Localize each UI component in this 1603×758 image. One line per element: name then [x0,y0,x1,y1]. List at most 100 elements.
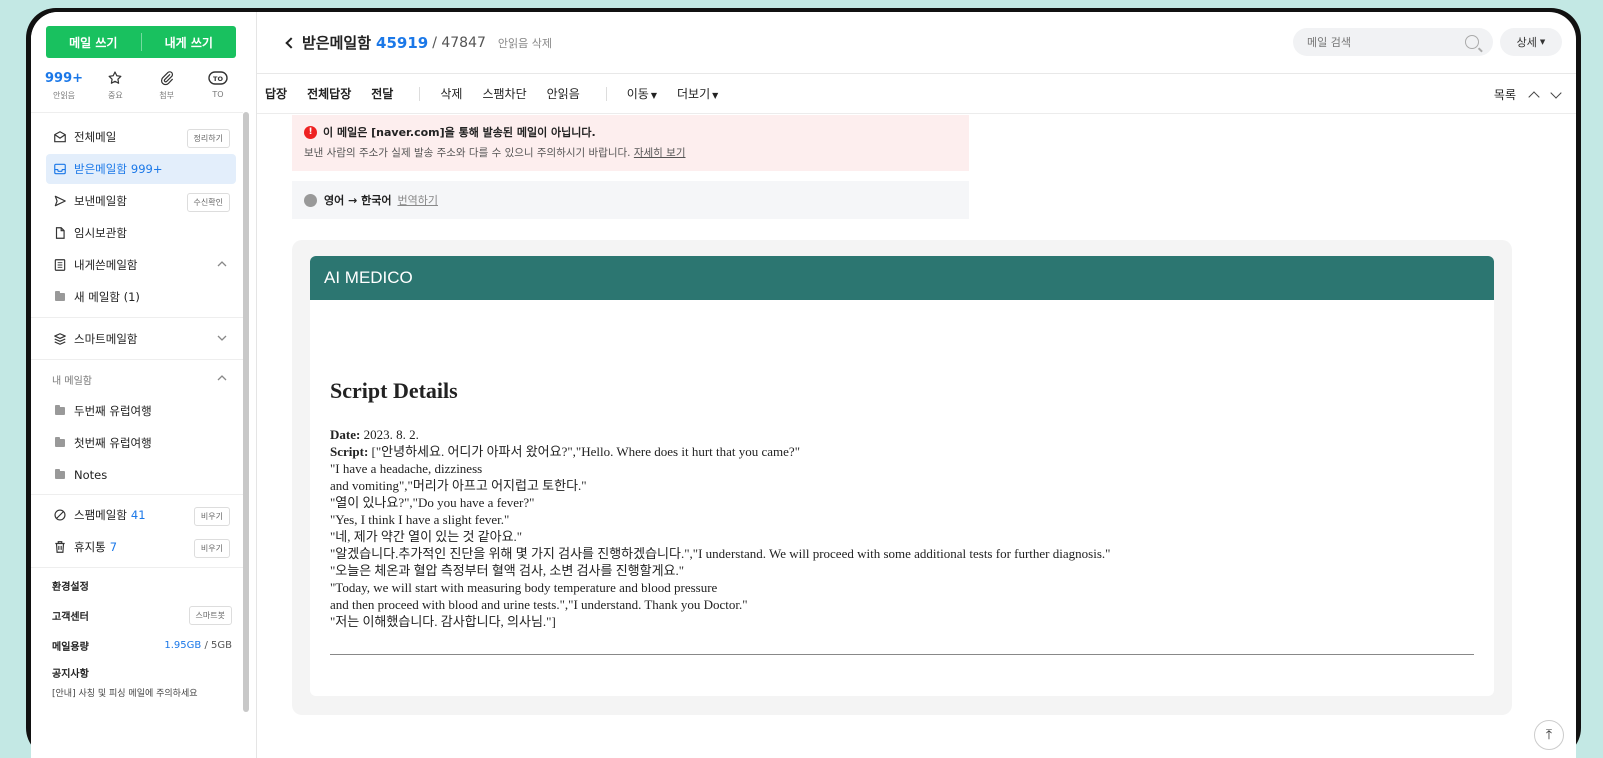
sidebar-item-inbox[interactable]: 받은메일함 999+ [46,154,236,184]
sidebar-item-label: 보낸메일함 [74,194,127,208]
sidebar-item-folder[interactable]: 두번째 유럽여행 [46,396,236,426]
empty-trash-button[interactable]: 비우기 [193,539,230,558]
compose-bar: 메일 쓰기 내게 쓰기 [46,26,236,58]
delete-button[interactable]: 삭제 [440,85,462,102]
sidebar-item-drafts[interactable]: 임시보관함 [46,218,236,248]
sidebar-item-all-mail[interactable]: 전체메일 정리하기 [46,122,236,152]
quick-to-me[interactable]: TO TO [200,69,236,101]
settings-label: 환경설정 [52,581,89,593]
more-label: 더보기 [677,87,711,101]
sidebar-item-to-self[interactable]: 내게쓴메일함 [46,250,236,280]
sidebar-scrollbar[interactable] [243,112,249,712]
previous-mail-icon[interactable] [1528,90,1540,103]
quota-used: 1.95GB [164,639,202,651]
quick-unread-label: 안읽음 [52,91,76,100]
write-to-self-button[interactable]: 내게 쓰기 [142,26,237,58]
quick-to-me-label: TO [212,90,224,99]
quick-important-label: 중요 [107,91,123,100]
sidebar-item-label: 두번째 유럽여행 [74,404,152,418]
envelope-open-icon [52,129,68,145]
translate-languages: 영어 → 한국어 [324,194,392,207]
forward-button[interactable]: 전달 [371,85,393,102]
layers-icon [52,331,68,347]
delete-unread-button[interactable]: 안읽음 삭제 [498,35,552,51]
next-mail-icon[interactable] [1550,86,1562,99]
chevron-down-icon[interactable] [216,332,228,347]
sidebar-item-label: 내게쓴메일함 [74,258,138,272]
organize-button[interactable]: 정리하기 [186,129,230,148]
spam-count: 41 [130,508,146,522]
sidebar-item-sent[interactable]: 보낸메일함 수신확인 [46,186,236,216]
quick-unread[interactable]: 999+ 안읽음 [45,69,83,101]
my-mailbox-header[interactable]: 내 메일함 [46,364,236,394]
folder-icon [52,403,68,419]
quota-row: 메일용량 1.95GB / 5GB [52,630,232,660]
read-receipt-button[interactable]: 수신확인 [186,193,230,212]
mail-content: ! 이 메일은 [naver.com]을 통해 발송된 메일이 아닙니다. 보낸… [257,115,1576,758]
script-line: "Yes, I think I have a slight fever." [330,512,510,527]
sidebar-divider [31,567,243,568]
write-mail-button[interactable]: 메일 쓰기 [46,26,141,58]
more-button[interactable]: 더보기 ▼ [677,85,718,102]
back-to-inbox[interactable]: 받은메일함 45919 / 47847 안읽음 삭제 [285,32,552,53]
empty-spam-button[interactable]: 비우기 [193,507,230,526]
folder-icon [52,467,68,483]
search-icon[interactable] [1465,35,1479,49]
chevron-up-icon[interactable] [216,372,228,387]
scroll-to-top-button[interactable]: ⤒ [1534,720,1564,750]
block-spam-button[interactable]: 스팸차단 [482,85,526,102]
smartbot-button[interactable]: 스마트봇 [188,605,232,625]
sidebar-bottom: 환경설정 고객센터 스마트봇 메일용량 1.95GB / 5GB 공지사항 [안… [52,570,232,699]
script-line: "I have a headache, dizziness [330,461,483,476]
reply-button[interactable]: 답장 [265,85,287,102]
notice-item[interactable]: [안내] 사칭 및 피싱 메일에 주의하세요 [52,686,232,699]
mark-unread-button[interactable]: 안읽음 [547,85,580,102]
inbox-icon [52,161,68,177]
sidebar-item-folder[interactable]: 첫번째 유럽여행 [46,428,236,458]
svg-text:TO: TO [213,75,223,83]
spam-trash-menu: 스팸메일함 41 비우기 휴지통 7 비우기 [46,500,236,564]
translate-bar: 영어 → 한국어 번역하기 [292,181,969,219]
caret-down-icon: ▼ [712,91,719,100]
sidebar-item-label: 첫번째 유럽여행 [74,436,152,450]
sidebar-item-label: 임시보관함 [74,226,127,240]
support-link[interactable]: 고객센터 스마트봇 [52,600,232,630]
notice-header[interactable]: 공지사항 [52,660,232,684]
settings-link[interactable]: 환경설정 [52,570,232,600]
brand-name: AI MEDICO [324,268,413,287]
chevron-up-icon[interactable] [216,258,228,273]
warning-detail-link[interactable]: 자세히 보기 [634,147,686,159]
mail-card: AI MEDICO Script Details Date: 2023. 8. … [310,256,1494,696]
date-value: 2023. 8. 2. [363,427,419,442]
detail-search-button[interactable]: 상세 ▼ [1500,28,1562,56]
list-button[interactable]: 목록 [1494,86,1516,103]
date-line: Date: 2023. 8. 2. [330,426,1474,443]
sidebar-item-label: 스마트메일함 [74,332,138,346]
my-mailbox-title: 내 메일함 [52,375,92,387]
sidebar-divider [31,317,243,318]
sidebar-item-smart[interactable]: 스마트메일함 [46,324,236,354]
sidebar-item-trash[interactable]: 휴지통 7 비우기 [46,532,236,562]
toolbar-divider [605,86,607,101]
device-frame: 메일 쓰기 내게 쓰기 999+ 안읽음 중요 첨부 TO TO 전체메일 정리… [26,8,1581,758]
script-first-line: ["안녕하세요. 어디가 아파서 왔어요?","Hello. Where doe… [371,444,801,459]
paperclip-icon [159,69,175,87]
send-icon [52,193,68,209]
sidebar-item-folder[interactable]: Notes [46,460,236,490]
sidebar-item-label: 받은메일함 [74,162,127,176]
quick-attachment[interactable]: 첨부 [149,69,185,101]
reply-all-button[interactable]: 전체답장 [307,85,351,102]
detail-label: 상세 [1516,36,1537,49]
sidebar-item-new-folder[interactable]: 새 메일함 (1) [46,282,236,312]
translate-link[interactable]: 번역하기 [397,192,437,208]
mail-toolbar: 답장 전체답장 전달 삭제 스팸차단 안읽음 이동 ▼ 더보기 ▼ 목록 [257,74,1576,114]
sidebar-item-spam[interactable]: 스팸메일함 41 비우기 [46,500,236,530]
quick-important[interactable]: 중요 [97,69,133,101]
move-button[interactable]: 이동 ▼ [627,85,657,102]
mail-divider [330,654,1474,655]
screen: 메일 쓰기 내게 쓰기 999+ 안읽음 중요 첨부 TO TO 전체메일 정리… [31,12,1576,758]
quota-separator: / [204,639,208,651]
search-input[interactable] [1307,35,1465,49]
mailbox-menu: 전체메일 정리하기 받은메일함 999+ 보낸메일함 수신확인 임시보관함 내게… [46,122,236,314]
mail-header: 받은메일함 45919 / 47847 안읽음 삭제 상세 ▼ [257,12,1576,74]
